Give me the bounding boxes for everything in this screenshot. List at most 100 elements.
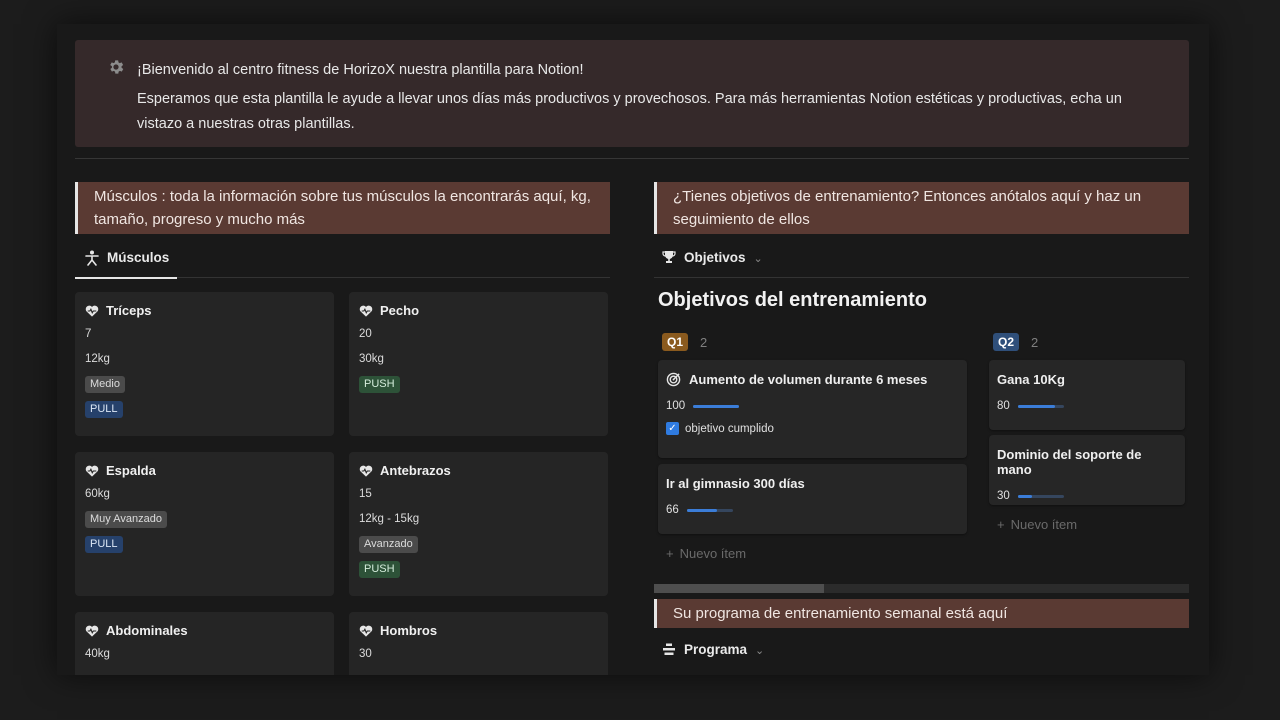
divider bbox=[75, 158, 1189, 159]
goal-title: Aumento de volumen durante 6 meses bbox=[666, 372, 959, 387]
trophy-icon bbox=[662, 251, 676, 263]
plus-icon: + bbox=[666, 546, 674, 561]
goals-quote: ¿Tienes objetivos de entrenamiento? Ento… bbox=[654, 182, 1189, 234]
tag: Muy Avanzado bbox=[85, 511, 167, 528]
goals-view-tabs: Objetivos ⌄ bbox=[654, 242, 1189, 278]
progress-bar bbox=[1017, 494, 1064, 498]
new-item-button[interactable]: + Nuevo ítem bbox=[666, 546, 746, 561]
card-title: Hombros bbox=[359, 623, 598, 638]
card-title-text: Pecho bbox=[380, 303, 420, 318]
program-quote: Su programa de entrenamiento semanal est… bbox=[654, 599, 1189, 628]
goal-progress: 100 bbox=[666, 400, 959, 412]
progress-bar bbox=[1017, 404, 1064, 408]
chevron-down-icon[interactable]: ⌄ bbox=[755, 644, 764, 657]
card-title-text: Tríceps bbox=[106, 303, 152, 318]
chevron-down-icon[interactable]: ⌄ bbox=[754, 252, 763, 265]
tag: PUSH bbox=[359, 376, 400, 393]
callout-title: ¡Bienvenido al centro fitness de HorizoX… bbox=[137, 62, 584, 78]
tag: PUSH bbox=[359, 561, 400, 578]
muscle-card[interactable]: Abdominales 40kg bbox=[75, 612, 334, 675]
tab-label: Músculos bbox=[107, 250, 170, 265]
progress-fill bbox=[1017, 494, 1032, 498]
muscle-card[interactable]: Hombros 30 bbox=[349, 612, 608, 675]
goal-checkbox-row[interactable]: ✓ objetivo cumplido bbox=[666, 422, 959, 435]
tag: Medio bbox=[85, 376, 125, 393]
person-icon bbox=[85, 250, 99, 266]
group-count: 2 bbox=[1031, 334, 1039, 350]
card-property: 15 bbox=[359, 488, 372, 500]
tag: PULL bbox=[85, 536, 123, 553]
muscles-quote: Músculos : toda la información sobre tus… bbox=[75, 182, 610, 234]
group-count: 2 bbox=[700, 334, 708, 350]
card-property: 30kg bbox=[359, 353, 384, 365]
tab-musculos[interactable]: Músculos bbox=[75, 242, 178, 279]
new-item-label: Nuevo ítem bbox=[1010, 517, 1078, 532]
progress-value: 30 bbox=[997, 490, 1010, 502]
goal-title-text: Aumento de volumen durante 6 meses bbox=[689, 372, 928, 387]
card-property: 7 bbox=[85, 328, 92, 340]
target-icon bbox=[666, 372, 681, 387]
heart-pulse-icon bbox=[359, 305, 373, 317]
goal-title: Ir al gimnasio 300 días bbox=[666, 476, 959, 491]
card-property: 12kg - 15kg bbox=[359, 513, 420, 525]
card-title-text: Abdominales bbox=[106, 623, 188, 638]
progress-fill bbox=[686, 508, 718, 512]
progress-value: 80 bbox=[997, 400, 1010, 412]
tab-objetivos[interactable]: Objetivos ⌄ bbox=[654, 242, 771, 278]
muscle-card[interactable]: Espalda 60kg Muy Avanzado PULL bbox=[75, 452, 334, 596]
goal-card[interactable]: Ir al gimnasio 300 días 66 bbox=[658, 464, 967, 534]
card-property: 12kg bbox=[85, 353, 110, 365]
horizontal-scrollbar[interactable] bbox=[654, 584, 1189, 593]
progress-fill bbox=[1017, 404, 1055, 408]
card-title-text: Hombros bbox=[380, 623, 438, 638]
card-title: Tríceps bbox=[85, 303, 324, 318]
goal-title-text: Dominio del soporte de mano bbox=[997, 447, 1142, 477]
goal-progress: 66 bbox=[666, 504, 959, 516]
group-label: Q2 bbox=[993, 333, 1020, 351]
card-property: 30 bbox=[359, 648, 372, 660]
progress-value: 100 bbox=[666, 400, 686, 412]
notion-page: ¡Bienvenido al centro fitness de HorizoX… bbox=[57, 24, 1209, 675]
muscle-card[interactable]: Tríceps 7 12kg Medio PULL bbox=[75, 292, 334, 436]
muscle-card[interactable]: Pecho 20 30kg PUSH bbox=[349, 292, 608, 436]
group-label: Q1 bbox=[662, 333, 689, 351]
muscles-view-tabs: Músculos bbox=[75, 242, 610, 279]
plus-icon: + bbox=[997, 517, 1005, 532]
card-title: Pecho bbox=[359, 303, 598, 318]
goal-progress: 30 bbox=[997, 490, 1177, 502]
progress-fill bbox=[693, 404, 740, 408]
goal-card[interactable]: Dominio del soporte de mano 30 bbox=[989, 435, 1185, 505]
checkbox-checked[interactable]: ✓ bbox=[666, 422, 679, 435]
card-title: Abdominales bbox=[85, 623, 324, 638]
goal-title-text: Gana 10Kg bbox=[997, 372, 1065, 387]
heart-pulse-icon bbox=[85, 465, 99, 477]
scrollbar-thumb[interactable] bbox=[654, 584, 824, 593]
tag: PULL bbox=[85, 401, 123, 418]
board-group-header[interactable]: Q1 2 bbox=[662, 333, 707, 351]
new-item-label: Nuevo ítem bbox=[679, 546, 747, 561]
goal-card[interactable]: Aumento de volumen durante 6 meses 100 ✓ ob… bbox=[658, 360, 967, 458]
board-group-header[interactable]: Q2 2 bbox=[993, 333, 1038, 351]
gear-icon bbox=[110, 60, 124, 74]
callout-text: Esperamos que esta plantilla le ayude a … bbox=[137, 91, 1122, 132]
card-property: 60kg bbox=[85, 488, 110, 500]
goal-card[interactable]: Gana 10Kg 80 bbox=[989, 360, 1185, 430]
new-item-button[interactable]: + Nuevo ítem bbox=[997, 517, 1077, 532]
card-title: Espalda bbox=[85, 463, 324, 478]
tab-label: Objetivos bbox=[684, 250, 746, 265]
progress-value: 66 bbox=[666, 504, 679, 516]
heart-pulse-icon bbox=[85, 625, 99, 637]
goal-title: Gana 10Kg bbox=[997, 372, 1177, 387]
goal-progress: 80 bbox=[997, 400, 1177, 412]
tab-programa[interactable]: Programa ⌄ bbox=[654, 634, 772, 670]
card-title-text: Espalda bbox=[106, 463, 156, 478]
heart-pulse-icon bbox=[359, 625, 373, 637]
card-title: Antebrazos bbox=[359, 463, 598, 478]
muscle-card[interactable]: Antebrazos 15 12kg - 15kg Avanzado PUSH bbox=[349, 452, 608, 596]
card-title-text: Antebrazos bbox=[380, 463, 451, 478]
board-title: Objetivos del entrenamiento bbox=[658, 289, 927, 311]
progress-bar bbox=[686, 508, 733, 512]
tag: Avanzado bbox=[359, 536, 418, 553]
goal-title: Dominio del soporte de mano bbox=[997, 447, 1177, 477]
tab-label: Programa bbox=[684, 642, 748, 657]
